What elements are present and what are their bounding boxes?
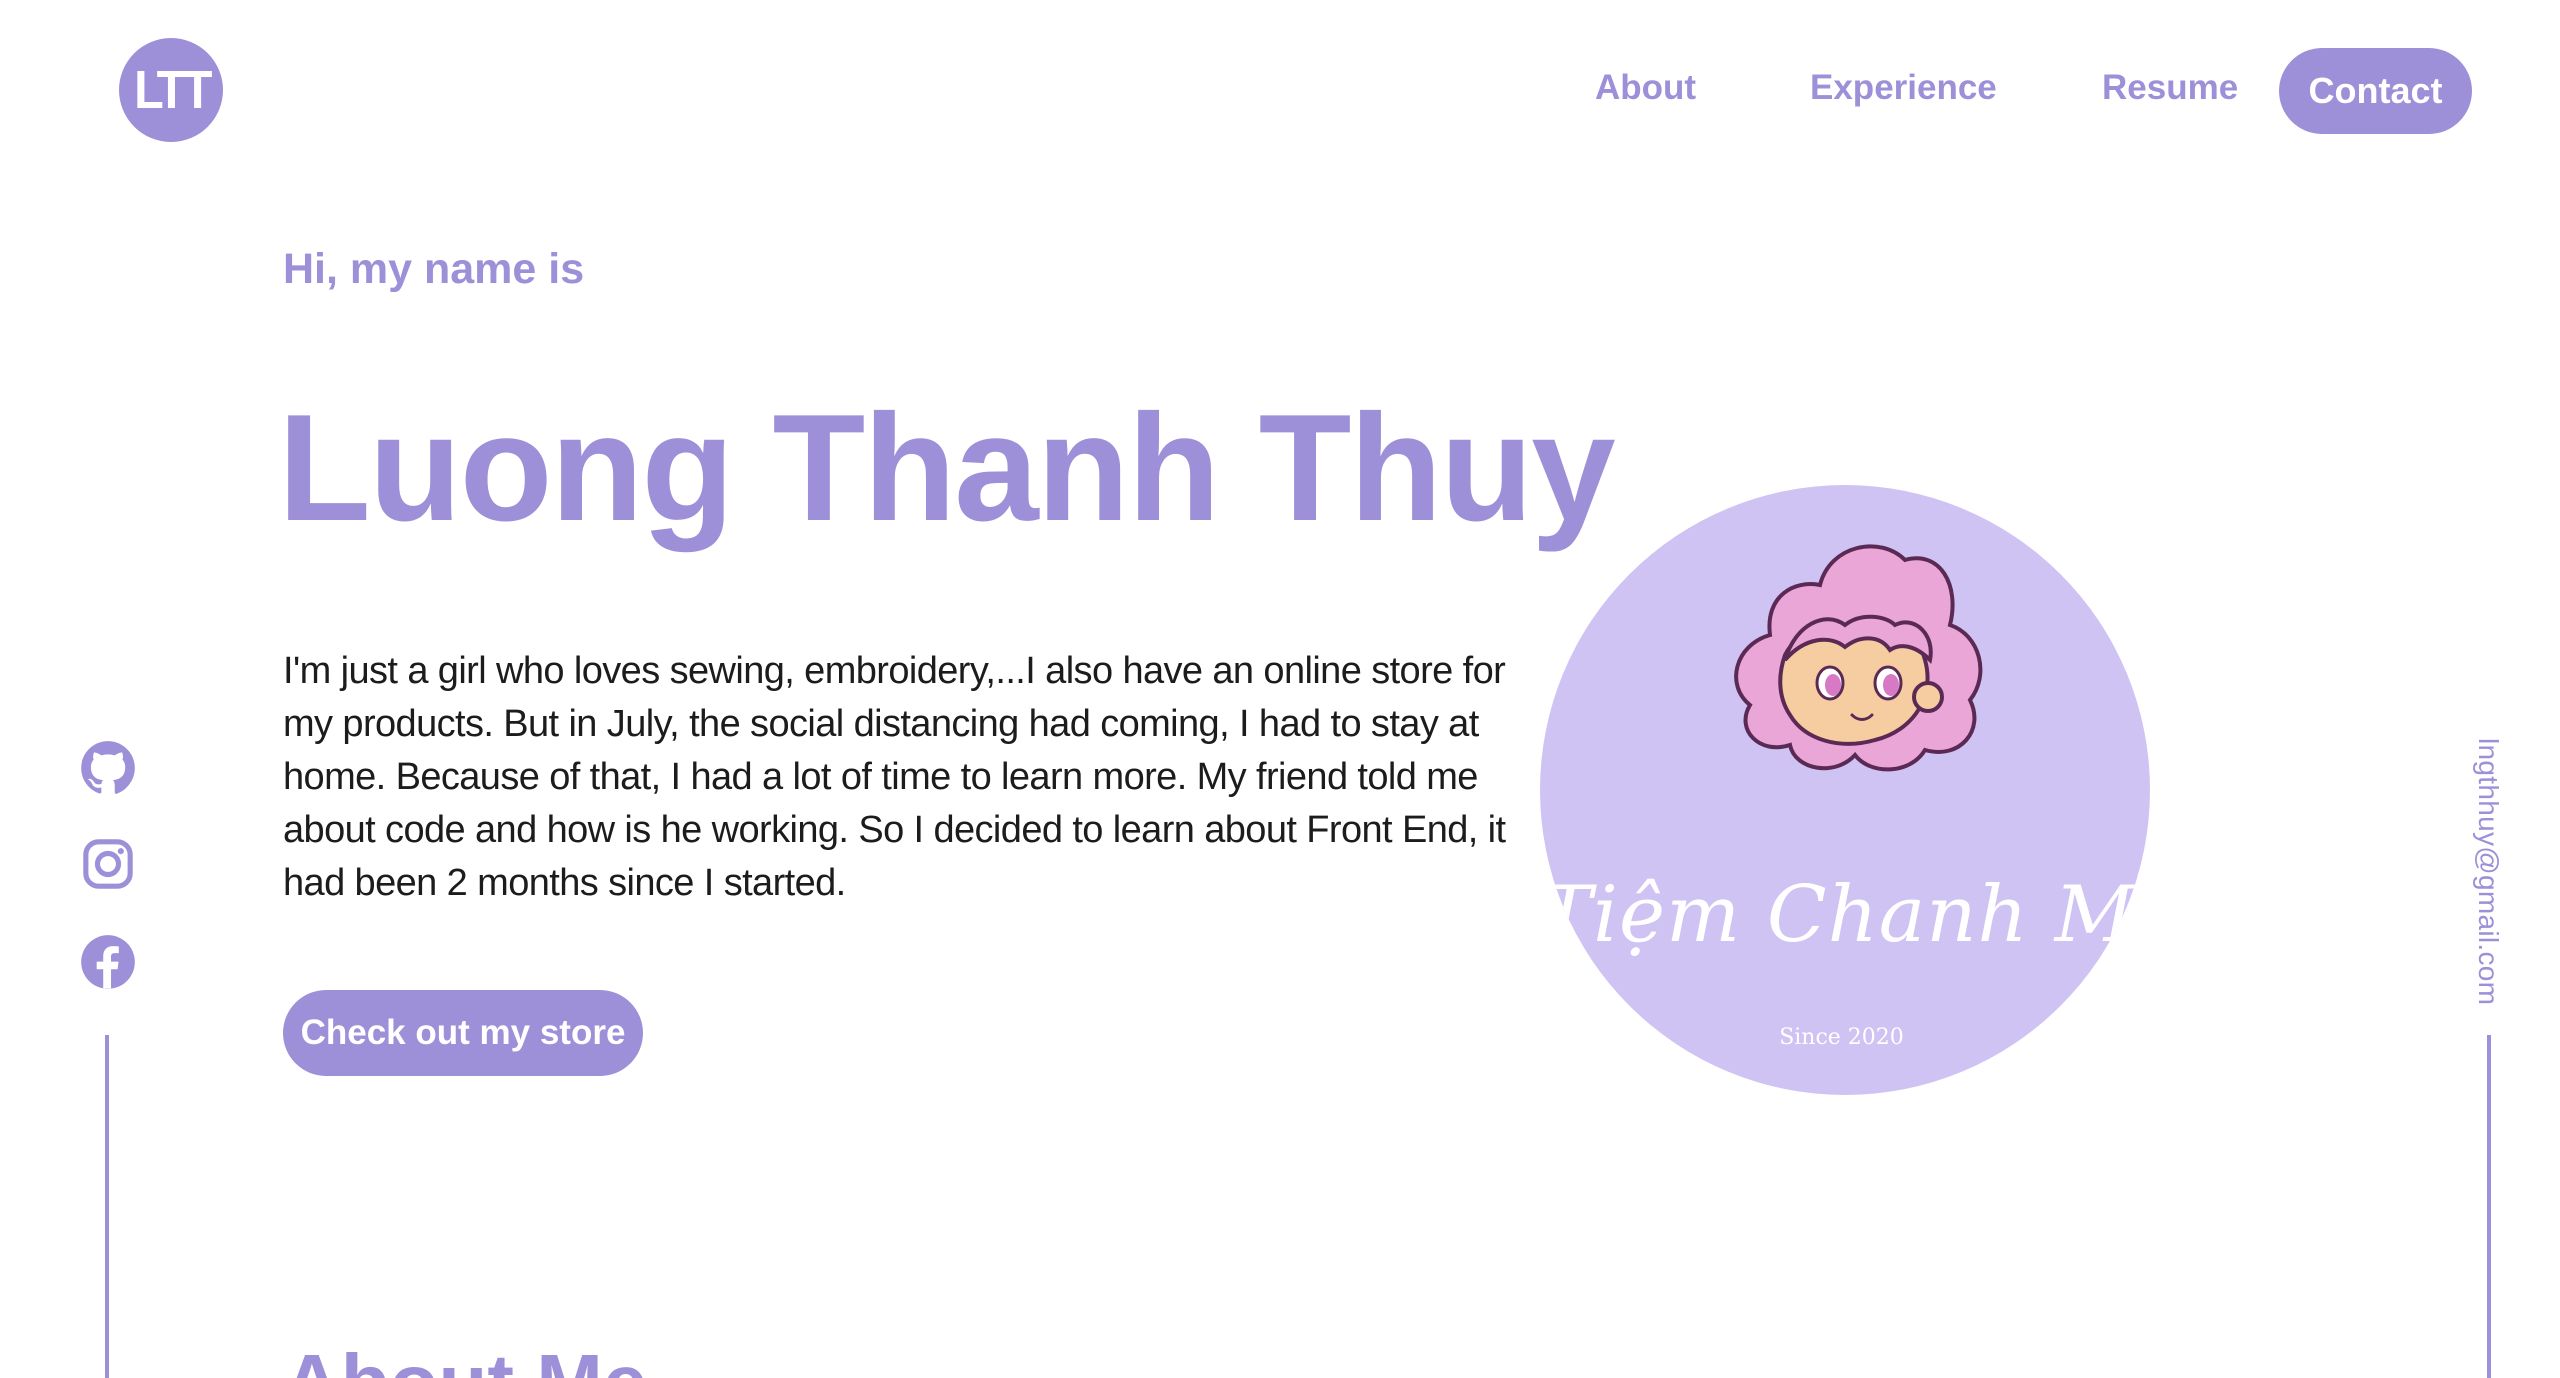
hero-name: Luong Thanh Thuy <box>278 383 1616 553</box>
girl-illustration <box>1734 544 1983 772</box>
ear-shape <box>1912 681 1944 713</box>
store-since: Since 2020 <box>1779 1025 1904 1050</box>
hero-bio: I'm just a girl who loves sewing, embroi… <box>283 650 1506 904</box>
facebook-icon[interactable] <box>80 934 136 990</box>
email-link[interactable]: lngthhuy@gmail.com <box>2472 738 2504 1005</box>
github-icon[interactable] <box>80 740 136 796</box>
portfolio-page: LTT About Experience Resume Contact Hi, … <box>0 0 2560 1378</box>
left-pupil <box>1825 674 1841 696</box>
nav-resume-link[interactable]: Resume <box>2102 68 2238 108</box>
site-logo[interactable]: LTT <box>119 38 223 142</box>
nav-about-link[interactable]: About <box>1595 68 1696 108</box>
about-section-heading: About Me <box>283 1343 647 1378</box>
store-logo-image: Tiệm Chanh Mơ Since 2020 <box>1540 485 2150 1095</box>
hero-greeting: Hi, my name is <box>283 245 585 293</box>
instagram-icon[interactable] <box>80 836 136 892</box>
contact-button[interactable]: Contact <box>2279 48 2472 134</box>
left-rail-divider <box>105 1035 109 1378</box>
nav-experience-link[interactable]: Experience <box>1810 68 1997 108</box>
store-name: Tiệm Chanh Mơ <box>1540 870 2150 960</box>
logo-text: LTT <box>133 60 212 120</box>
right-pupil <box>1883 674 1899 696</box>
right-rail-divider <box>2487 1035 2491 1378</box>
check-out-store-button[interactable]: Check out my store <box>283 990 643 1076</box>
